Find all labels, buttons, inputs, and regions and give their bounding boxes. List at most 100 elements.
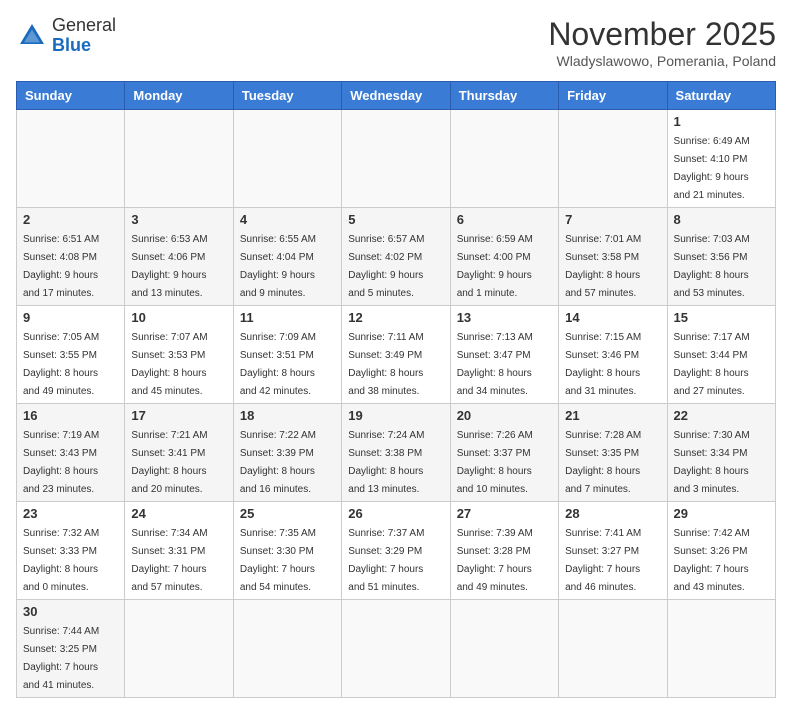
logo-icon bbox=[16, 20, 48, 52]
day-24: 24 Sunrise: 7:34 AM Sunset: 3:31 PM Dayl… bbox=[125, 502, 233, 600]
day-12: 12 Sunrise: 7:11 AM Sunset: 3:49 PM Dayl… bbox=[342, 306, 450, 404]
header-tuesday: Tuesday bbox=[233, 82, 341, 110]
day-1: 1 Sunrise: 6:49 AM Sunset: 4:10 PM Dayli… bbox=[667, 110, 775, 208]
day-info: Sunrise: 6:55 AM Sunset: 4:04 PM Dayligh… bbox=[240, 234, 316, 299]
day-info: Sunrise: 6:57 AM Sunset: 4:02 PM Dayligh… bbox=[348, 234, 424, 299]
day-25: 25 Sunrise: 7:35 AM Sunset: 3:30 PM Dayl… bbox=[233, 502, 341, 600]
day-info: Sunrise: 6:53 AM Sunset: 4:06 PM Dayligh… bbox=[131, 234, 207, 299]
empty-cell bbox=[559, 110, 667, 208]
logo-text: General Blue bbox=[52, 16, 116, 56]
empty-cell bbox=[450, 600, 558, 698]
calendar-header-row: Sunday Monday Tuesday Wednesday Thursday… bbox=[17, 82, 776, 110]
calendar-row-2: 2 Sunrise: 6:51 AM Sunset: 4:08 PM Dayli… bbox=[17, 208, 776, 306]
day-number: 22 bbox=[674, 408, 769, 423]
empty-cell bbox=[233, 600, 341, 698]
calendar-row-5: 23 Sunrise: 7:32 AM Sunset: 3:33 PM Dayl… bbox=[17, 502, 776, 600]
day-number: 26 bbox=[348, 506, 443, 521]
day-info: Sunrise: 7:21 AM Sunset: 3:41 PM Dayligh… bbox=[131, 430, 207, 495]
day-number: 25 bbox=[240, 506, 335, 521]
page-header: General Blue November 2025 Wladyslawowo,… bbox=[16, 16, 776, 69]
day-info: Sunrise: 7:11 AM Sunset: 3:49 PM Dayligh… bbox=[348, 332, 423, 397]
day-number: 10 bbox=[131, 310, 226, 325]
day-number: 12 bbox=[348, 310, 443, 325]
day-number: 23 bbox=[23, 506, 118, 521]
day-info: Sunrise: 7:09 AM Sunset: 3:51 PM Dayligh… bbox=[240, 332, 316, 397]
day-8: 8 Sunrise: 7:03 AM Sunset: 3:56 PM Dayli… bbox=[667, 208, 775, 306]
day-number: 13 bbox=[457, 310, 552, 325]
day-info: Sunrise: 7:35 AM Sunset: 3:30 PM Dayligh… bbox=[240, 528, 316, 593]
day-info: Sunrise: 7:07 AM Sunset: 3:53 PM Dayligh… bbox=[131, 332, 207, 397]
day-14: 14 Sunrise: 7:15 AM Sunset: 3:46 PM Dayl… bbox=[559, 306, 667, 404]
day-3: 3 Sunrise: 6:53 AM Sunset: 4:06 PM Dayli… bbox=[125, 208, 233, 306]
day-number: 19 bbox=[348, 408, 443, 423]
day-5: 5 Sunrise: 6:57 AM Sunset: 4:02 PM Dayli… bbox=[342, 208, 450, 306]
day-number: 18 bbox=[240, 408, 335, 423]
day-23: 23 Sunrise: 7:32 AM Sunset: 3:33 PM Dayl… bbox=[17, 502, 125, 600]
day-info: Sunrise: 7:15 AM Sunset: 3:46 PM Dayligh… bbox=[565, 332, 641, 397]
day-11: 11 Sunrise: 7:09 AM Sunset: 3:51 PM Dayl… bbox=[233, 306, 341, 404]
day-info: Sunrise: 7:24 AM Sunset: 3:38 PM Dayligh… bbox=[348, 430, 424, 495]
day-info: Sunrise: 7:44 AM Sunset: 3:25 PM Dayligh… bbox=[23, 626, 99, 691]
day-30: 30 Sunrise: 7:44 AM Sunset: 3:25 PM Dayl… bbox=[17, 600, 125, 698]
day-number: 28 bbox=[565, 506, 660, 521]
day-2: 2 Sunrise: 6:51 AM Sunset: 4:08 PM Dayli… bbox=[17, 208, 125, 306]
header-friday: Friday bbox=[559, 82, 667, 110]
day-info: Sunrise: 7:13 AM Sunset: 3:47 PM Dayligh… bbox=[457, 332, 533, 397]
empty-cell bbox=[559, 600, 667, 698]
empty-cell bbox=[125, 110, 233, 208]
day-number: 24 bbox=[131, 506, 226, 521]
day-15: 15 Sunrise: 7:17 AM Sunset: 3:44 PM Dayl… bbox=[667, 306, 775, 404]
day-info: Sunrise: 6:59 AM Sunset: 4:00 PM Dayligh… bbox=[457, 234, 533, 299]
header-saturday: Saturday bbox=[667, 82, 775, 110]
day-17: 17 Sunrise: 7:21 AM Sunset: 3:41 PM Dayl… bbox=[125, 404, 233, 502]
day-info: Sunrise: 7:19 AM Sunset: 3:43 PM Dayligh… bbox=[23, 430, 99, 495]
day-info: Sunrise: 7:26 AM Sunset: 3:37 PM Dayligh… bbox=[457, 430, 533, 495]
day-20: 20 Sunrise: 7:26 AM Sunset: 3:37 PM Dayl… bbox=[450, 404, 558, 502]
day-9: 9 Sunrise: 7:05 AM Sunset: 3:55 PM Dayli… bbox=[17, 306, 125, 404]
day-number: 7 bbox=[565, 212, 660, 227]
empty-cell bbox=[125, 600, 233, 698]
day-19: 19 Sunrise: 7:24 AM Sunset: 3:38 PM Dayl… bbox=[342, 404, 450, 502]
day-26: 26 Sunrise: 7:37 AM Sunset: 3:29 PM Dayl… bbox=[342, 502, 450, 600]
day-info: Sunrise: 7:30 AM Sunset: 3:34 PM Dayligh… bbox=[674, 430, 750, 495]
header-sunday: Sunday bbox=[17, 82, 125, 110]
day-info: Sunrise: 7:01 AM Sunset: 3:58 PM Dayligh… bbox=[565, 234, 641, 299]
day-28: 28 Sunrise: 7:41 AM Sunset: 3:27 PM Dayl… bbox=[559, 502, 667, 600]
day-info: Sunrise: 7:05 AM Sunset: 3:55 PM Dayligh… bbox=[23, 332, 99, 397]
empty-cell bbox=[450, 110, 558, 208]
day-number: 11 bbox=[240, 310, 335, 325]
empty-cell bbox=[233, 110, 341, 208]
day-number: 3 bbox=[131, 212, 226, 227]
day-6: 6 Sunrise: 6:59 AM Sunset: 4:00 PM Dayli… bbox=[450, 208, 558, 306]
day-number: 2 bbox=[23, 212, 118, 227]
day-number: 8 bbox=[674, 212, 769, 227]
day-info: Sunrise: 7:39 AM Sunset: 3:28 PM Dayligh… bbox=[457, 528, 533, 593]
day-number: 17 bbox=[131, 408, 226, 423]
day-7: 7 Sunrise: 7:01 AM Sunset: 3:58 PM Dayli… bbox=[559, 208, 667, 306]
day-number: 21 bbox=[565, 408, 660, 423]
day-info: Sunrise: 7:03 AM Sunset: 3:56 PM Dayligh… bbox=[674, 234, 750, 299]
day-number: 14 bbox=[565, 310, 660, 325]
empty-cell bbox=[342, 600, 450, 698]
day-info: Sunrise: 7:32 AM Sunset: 3:33 PM Dayligh… bbox=[23, 528, 99, 593]
empty-cell bbox=[17, 110, 125, 208]
day-info: Sunrise: 7:41 AM Sunset: 3:27 PM Dayligh… bbox=[565, 528, 641, 593]
calendar-row-3: 9 Sunrise: 7:05 AM Sunset: 3:55 PM Dayli… bbox=[17, 306, 776, 404]
title-section: November 2025 Wladyslawowo, Pomerania, P… bbox=[548, 16, 776, 69]
day-number: 27 bbox=[457, 506, 552, 521]
day-number: 15 bbox=[674, 310, 769, 325]
day-16: 16 Sunrise: 7:19 AM Sunset: 3:43 PM Dayl… bbox=[17, 404, 125, 502]
day-18: 18 Sunrise: 7:22 AM Sunset: 3:39 PM Dayl… bbox=[233, 404, 341, 502]
calendar-row-1: 1 Sunrise: 6:49 AM Sunset: 4:10 PM Dayli… bbox=[17, 110, 776, 208]
header-monday: Monday bbox=[125, 82, 233, 110]
empty-cell bbox=[667, 600, 775, 698]
day-number: 4 bbox=[240, 212, 335, 227]
day-info: Sunrise: 7:17 AM Sunset: 3:44 PM Dayligh… bbox=[674, 332, 750, 397]
logo: General Blue bbox=[16, 16, 116, 56]
day-number: 9 bbox=[23, 310, 118, 325]
calendar-row-4: 16 Sunrise: 7:19 AM Sunset: 3:43 PM Dayl… bbox=[17, 404, 776, 502]
day-number: 5 bbox=[348, 212, 443, 227]
header-thursday: Thursday bbox=[450, 82, 558, 110]
day-number: 1 bbox=[674, 114, 769, 129]
day-21: 21 Sunrise: 7:28 AM Sunset: 3:35 PM Dayl… bbox=[559, 404, 667, 502]
